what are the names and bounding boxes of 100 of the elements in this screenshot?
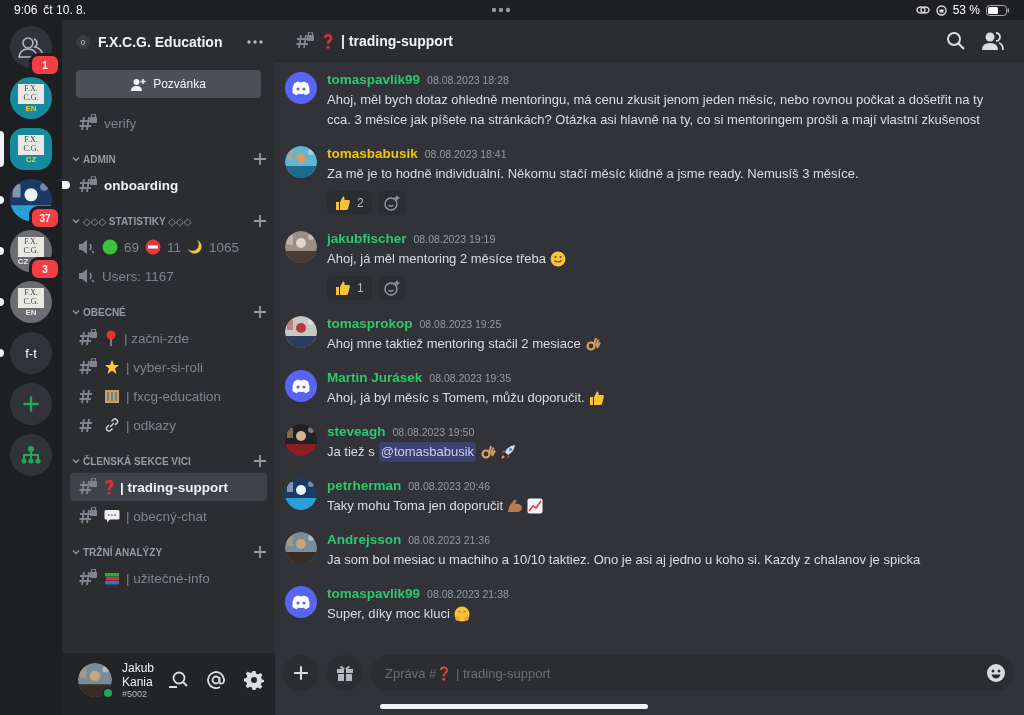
channel-name: verify <box>104 115 137 131</box>
explore-button[interactable] <box>10 434 52 476</box>
author-name[interactable]: tomaspavlik99 <box>327 586 421 601</box>
books-icon <box>104 570 120 586</box>
notification-badge: 37 <box>29 206 61 230</box>
thumbs-up-icon <box>335 280 351 296</box>
circle-icon <box>102 239 118 255</box>
channel-name: | odkazy <box>126 417 177 433</box>
channel-name: | fxcg-education <box>126 388 222 404</box>
channel-item[interactable]: | obecný-chat <box>70 502 267 530</box>
message-text: Ahoj, já byl měsíc s Tomem, můžu doporučit. <box>327 389 585 407</box>
channel-name: | užitečné-info <box>126 570 210 586</box>
smile-icon <box>549 251 566 267</box>
message-text: Ahoj, já měl mentoring 2 měsíce třeba <box>327 250 546 268</box>
server-tag: EN <box>25 103 37 113</box>
channel-name: Users: 1167 <box>102 268 174 284</box>
server-icon[interactable]: F.X. C.G. EN <box>10 281 52 323</box>
discord-avatar-icon <box>285 370 317 402</box>
channel-item[interactable]: Users: 1167 <box>70 262 267 290</box>
message-text: Za mě je to hodně individuální. Někomu stačí měsíc klidně a jsme ready. Nemusíš 3 měsíce. <box>327 165 859 183</box>
message-time: 08.08.2023 19:35 <box>429 372 512 384</box>
rotation-lock-icon <box>935 4 947 16</box>
message-text: Ja som bol mesiac u machiho a 10/10 taktiez. Ono je asi aj jedno u koho si. Kazdy z chalanov je spicka <box>327 551 921 569</box>
people-icon <box>18 36 44 58</box>
stat-count: 69 <box>124 239 140 255</box>
status-time: 9:06 <box>14 3 38 17</box>
add-channel-icon <box>253 214 267 228</box>
channel-item[interactable]: | fxcg-education <box>70 382 267 410</box>
server-icon[interactable]: f-t <box>10 332 52 374</box>
hugging-face-icon <box>453 606 470 622</box>
channel-item[interactable]: 69 11 1065 <box>70 233 267 261</box>
add-channel-icon <box>253 152 267 166</box>
logo-text: F.X. C.G. <box>18 236 44 257</box>
hierarchy-icon <box>21 445 41 465</box>
locked-hash-icon <box>78 478 98 496</box>
author-name[interactable]: tomasbabusik <box>327 146 418 161</box>
author-name[interactable]: steveagh <box>327 424 386 439</box>
reaction-button[interactable]: 1 <box>327 276 372 300</box>
add-channel-icon <box>253 545 267 559</box>
plus-icon <box>293 665 309 681</box>
bank-icon <box>104 388 120 404</box>
category-name[interactable]: TRŽNÍ ANALÝZY <box>83 546 250 558</box>
author-name[interactable]: Martin Jurásek <box>327 370 423 385</box>
author-name[interactable]: tomasprokop <box>327 316 413 331</box>
ok-hand-icon <box>480 444 497 460</box>
reaction-button[interactable]: 2 <box>327 191 372 215</box>
author-name[interactable]: petrherman <box>327 478 402 493</box>
channel-item[interactable]: | začni-zde <box>70 324 267 352</box>
message-text: Taky mohu Toma jen doporučit <box>327 497 504 515</box>
message-bar[interactable]: Zpráva #❓ | trading-support <box>371 655 1014 691</box>
category-name[interactable]: ◇◇◇ STATISTIKY ◇◇◇ <box>83 215 250 227</box>
star-icon <box>104 359 120 375</box>
channel-item[interactable]: verify <box>70 109 267 137</box>
battery-icon <box>986 4 1010 16</box>
user-mention[interactable]: @tomasbabusik <box>378 442 477 462</box>
message-time: 08.08.2023 18:28 <box>427 74 509 86</box>
channel-item[interactable]: | užitečné-info <box>70 564 267 592</box>
channel-name: | začni-zde <box>124 330 190 346</box>
thumbs-up-icon <box>588 390 605 406</box>
add-server-button[interactable] <box>10 383 52 425</box>
message-time: 08.08.2023 21:36 <box>408 534 490 546</box>
message-time: 08.08.2023 18:41 <box>424 148 507 160</box>
channel-item[interactable]: | odkazy <box>70 411 267 439</box>
channel-item[interactable]: onboarding <box>70 171 267 199</box>
channel-name: | vyber-si-roli <box>126 359 203 375</box>
battery-percentage: 53 % <box>952 3 980 17</box>
add-reaction-button[interactable] <box>377 191 406 215</box>
message-time: 08.08.2023 19:25 <box>419 318 502 330</box>
message-text: Ahoj mne taktiež mentoring stačil 2 mesiace <box>327 335 581 353</box>
message-time: 08.08.2023 19:50 <box>392 426 475 438</box>
notification-badge: 3 <box>29 257 61 281</box>
invite-button[interactable]: Pozvánka <box>76 70 261 98</box>
author-name[interactable]: Andrejsson <box>327 532 402 547</box>
channel-name: | obecný-chat <box>126 508 207 524</box>
gift-button[interactable] <box>327 655 363 691</box>
user-name: Jakub Kania <box>122 661 155 689</box>
stat-count: 1065 <box>209 239 240 255</box>
discord-avatar-icon <box>285 586 317 618</box>
locked-hash-icon <box>78 507 98 525</box>
add-reaction-button[interactable] <box>377 276 406 300</box>
speech-bubble-icon <box>104 508 120 524</box>
channel-item[interactable]: | trading-support <box>70 473 267 501</box>
server-icon[interactable]: F.X. C.G. EN <box>10 77 52 119</box>
server-name: F.X.C.G. Education <box>98 34 224 50</box>
attach-button[interactable] <box>283 655 319 691</box>
category-name[interactable]: OBECNÉ <box>83 306 250 318</box>
locked-hash-icon <box>295 31 315 50</box>
category-name[interactable]: ČLENSKÁ SEKCE VICI <box>83 455 250 467</box>
locked-hash-icon <box>78 569 98 587</box>
server-icon[interactable]: F.X. C.G. CZ <box>10 128 52 170</box>
locked-hash-icon <box>78 329 98 347</box>
author-name[interactable]: jakubfischer <box>327 231 407 246</box>
message-field[interactable]: Zpráva #❓ | trading-support <box>383 664 986 682</box>
no-entry-icon <box>145 239 162 255</box>
user-tag: #5002 <box>122 689 155 699</box>
question-mark-icon <box>104 479 114 495</box>
channel-item[interactable]: | vyber-si-roli <box>70 353 267 381</box>
category-name[interactable]: ADMIN <box>83 153 250 165</box>
notification-badge: 1 <box>29 53 61 77</box>
author-name[interactable]: tomaspavlik99 <box>327 72 421 87</box>
